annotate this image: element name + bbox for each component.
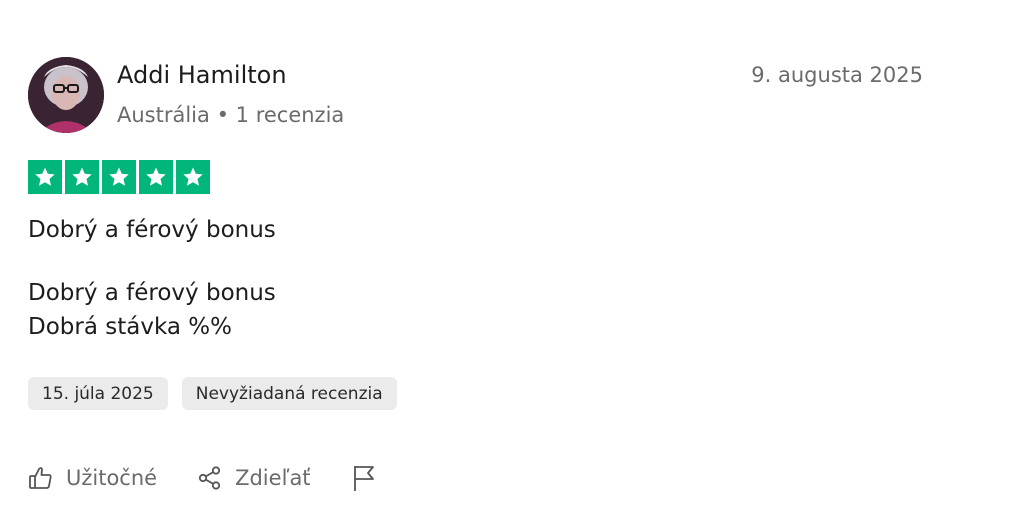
star-icon	[139, 160, 173, 194]
review-title[interactable]: Dobrý a férový bonus	[28, 213, 276, 247]
thumbs-up-icon	[28, 465, 54, 491]
experience-date-badge: 15. júla 2025	[28, 377, 168, 410]
reviewer-meta: Austrália • 1 recenzia	[117, 101, 344, 129]
meta-separator: •	[216, 103, 229, 127]
review-body: Dobrý a férový bonus Dobrá stávka %%	[28, 276, 276, 344]
share-label: Zdieľať	[235, 466, 311, 490]
reviewer-name[interactable]: Addi Hamilton	[117, 60, 287, 90]
avatar-image	[28, 57, 104, 133]
review-card: Addi Hamilton Austrália • 1 recenzia 9. …	[0, 0, 1024, 507]
reviewer-country: Austrália	[117, 103, 210, 127]
useful-label: Užitočné	[66, 466, 158, 490]
star-rating	[28, 160, 210, 194]
review-body-line: Dobrý a férový bonus	[28, 280, 276, 306]
share-button[interactable]: Zdieľať	[197, 460, 311, 496]
review-actions: Užitočné Zdieľať	[28, 460, 377, 496]
star-icon	[102, 160, 136, 194]
flag-icon	[351, 464, 377, 492]
star-icon	[176, 160, 210, 194]
review-tags: 15. júla 2025 Nevyžiadaná recenzia	[28, 377, 397, 410]
unprompted-review-badge[interactable]: Nevyžiadaná recenzia	[181, 377, 397, 410]
reviewer-review-count: 1 recenzia	[235, 103, 345, 127]
avatar[interactable]	[28, 57, 104, 133]
review-date: 9. augusta 2025	[751, 63, 923, 87]
star-icon	[28, 160, 62, 194]
useful-button[interactable]: Užitočné	[28, 460, 157, 496]
report-button[interactable]	[351, 460, 377, 496]
share-icon	[197, 465, 223, 491]
star-icon	[65, 160, 99, 194]
review-body-line: Dobrá stávka %%	[28, 314, 232, 340]
